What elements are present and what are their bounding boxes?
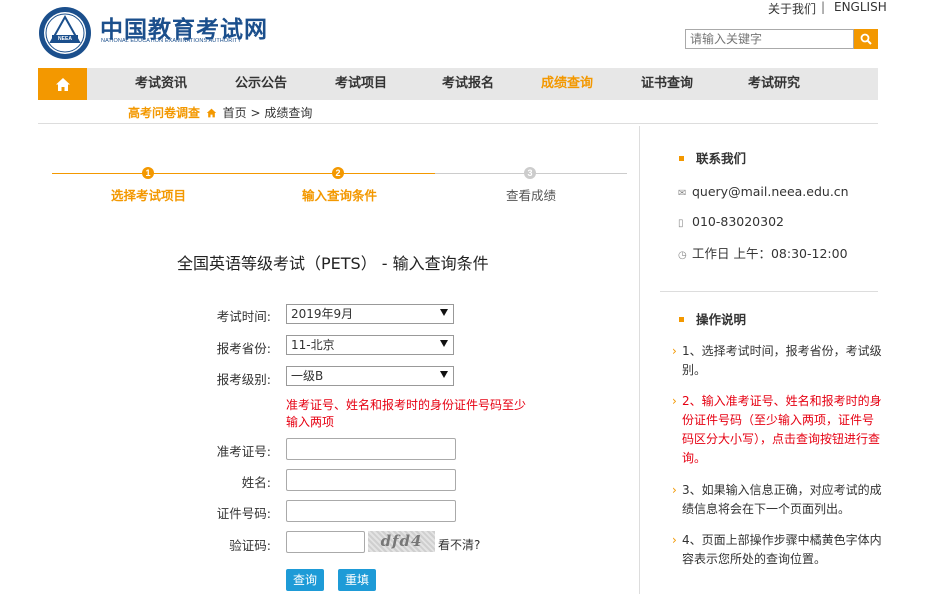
- query-button[interactable]: 查询: [286, 569, 324, 591]
- instruction-item: › 1、选择考试时间，报考省份，考试级别。: [672, 344, 882, 377]
- name-input[interactable]: [286, 469, 456, 491]
- name-label: 姓名:: [241, 475, 271, 490]
- search-input[interactable]: [685, 29, 854, 49]
- step-1-label: 选择考试项目: [111, 188, 187, 203]
- svg-text:NEEA: NEEA: [58, 36, 72, 42]
- contact-hours: ◷ 工作日 上午：08:30-12:00: [678, 245, 878, 271]
- nav-item-exam-projects[interactable]: 考试项目: [335, 68, 387, 100]
- home-icon: [206, 108, 217, 118]
- nav-item-certificate-query[interactable]: 证书查询: [641, 68, 693, 100]
- chevron-right-icon: ›: [672, 533, 677, 547]
- step-3-marker: 3: [524, 167, 536, 179]
- site-subtitle: NATIONAL EDUCATION EXAMINATIONS AUTHORIT…: [101, 38, 242, 44]
- breadcrumb-separator: >: [250, 106, 261, 120]
- captcha-image[interactable]: dfd4: [368, 531, 435, 552]
- column-divider: [639, 126, 640, 594]
- contact-phone: ▯ 010-83020302: [678, 214, 784, 229]
- nav-item-score-query[interactable]: 成绩查询: [541, 68, 593, 100]
- search-icon: [860, 33, 872, 45]
- level-label: 报考级别:: [216, 372, 271, 387]
- nav-item-announcements[interactable]: 公示公告: [235, 68, 287, 100]
- clock-icon: ◷: [678, 250, 687, 261]
- about-link[interactable]: 关于我们: [768, 2, 816, 16]
- exam-time-value: 2019年9月: [291, 307, 354, 321]
- dropdown-arrow-icon: [440, 340, 448, 347]
- home-button[interactable]: [38, 68, 87, 100]
- survey-link[interactable]: 高考问卷调查: [128, 106, 200, 120]
- dropdown-arrow-icon: [440, 371, 448, 378]
- dropdown-arrow-icon: [440, 309, 448, 316]
- level-select[interactable]: 一级B: [286, 366, 454, 386]
- bullet-square-icon: [679, 317, 684, 322]
- province-value: 11-北京: [291, 338, 335, 352]
- id-number-label: 证件号码:: [216, 506, 271, 521]
- input-hint: 准考证号、姓名和报考时的身份证件号码至少输入两项: [286, 398, 527, 429]
- chevron-right-icon: ›: [672, 344, 677, 358]
- province-select[interactable]: 11-北京: [286, 335, 454, 355]
- ticket-number-label: 准考证号:: [216, 444, 271, 459]
- step-2-label: 输入查询条件: [302, 188, 378, 203]
- mail-icon: ✉: [678, 188, 687, 199]
- exam-time-label: 考试时间:: [216, 309, 271, 324]
- breadcrumb-home[interactable]: 首页: [223, 106, 247, 120]
- exam-time-select[interactable]: 2019年9月: [286, 304, 454, 324]
- sidebar-divider: [660, 291, 878, 292]
- captcha-refresh-link[interactable]: 看不清?: [438, 536, 480, 553]
- main-nav: 考试资讯 公示公告 考试项目 考试报名 成绩查询 证书查询 考试研究: [38, 68, 878, 100]
- instruction-item: › 4、页面上部操作步骤中橘黄色字体内容表示您所处的查询位置。: [672, 533, 882, 566]
- step-1-marker: 1: [142, 167, 154, 179]
- breadcrumb-divider: [38, 123, 878, 124]
- ticket-number-input[interactable]: [286, 438, 456, 460]
- form-title: 全国英语等级考试（PETS） - 输入查询条件: [177, 254, 489, 273]
- neea-logo: NEEA: [39, 7, 91, 59]
- search-button[interactable]: [854, 29, 878, 49]
- home-icon: [55, 77, 70, 91]
- nav-item-exam-news[interactable]: 考试资讯: [135, 68, 187, 100]
- breadcrumb-current: 成绩查询: [264, 106, 313, 120]
- contact-section-title: 联系我们: [679, 148, 746, 167]
- top-link-separator: |: [821, 0, 826, 14]
- ops-section-title: 操作说明: [679, 309, 746, 328]
- step-2-marker: 2: [332, 167, 344, 179]
- nav-item-registration[interactable]: 考试报名: [442, 68, 494, 100]
- nav-item-exam-research[interactable]: 考试研究: [748, 68, 800, 100]
- chevron-right-icon: ›: [672, 483, 677, 497]
- captcha-input[interactable]: [286, 531, 365, 553]
- province-label: 报考省份:: [216, 341, 271, 356]
- instruction-item: › 3、如果输入信息正确，对应考试的成绩信息将会在下一个页面列出。: [672, 483, 882, 516]
- step-3-label: 查看成绩: [506, 188, 557, 203]
- reset-button[interactable]: 重填: [338, 569, 376, 591]
- phone-icon: ▯: [678, 218, 684, 229]
- steps-progress-line: [52, 173, 435, 174]
- captcha-label: 验证码:: [229, 538, 271, 553]
- instruction-item: › 2、输入准考证号、姓名和报考时的身份证件号码（至少输入两项，证件号码区分大小…: [672, 394, 882, 465]
- chevron-right-icon: ›: [672, 394, 677, 408]
- bullet-square-icon: [679, 156, 684, 161]
- id-number-input[interactable]: [286, 500, 456, 522]
- level-value: 一级B: [291, 369, 324, 383]
- english-link[interactable]: ENGLISH: [834, 0, 887, 14]
- contact-email: ✉ query@mail.neea.edu.cn: [678, 184, 849, 199]
- breadcrumb: 高考问卷调查 首页 > 成绩查询: [128, 104, 312, 121]
- top-links: 关于我们 | ENGLISH: [768, 0, 887, 16]
